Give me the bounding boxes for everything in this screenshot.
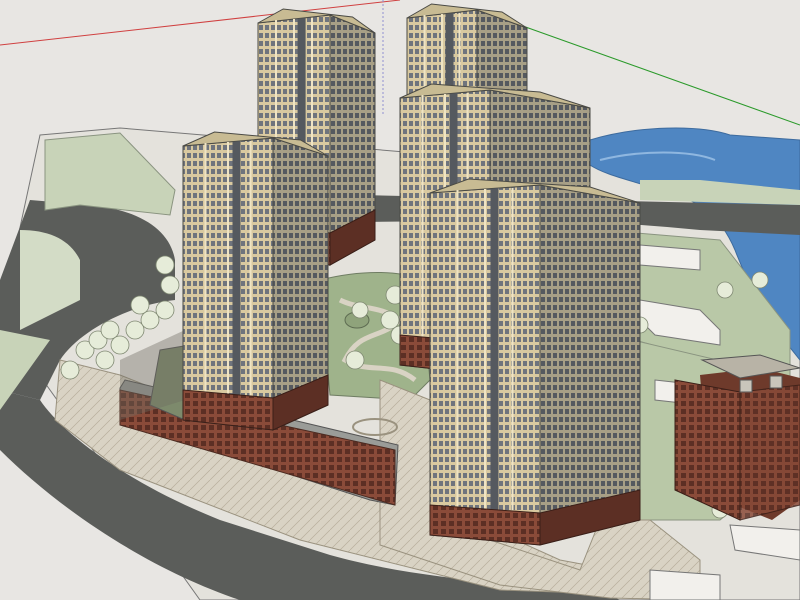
tower-front-center xyxy=(429,178,641,546)
pavilion-3 xyxy=(649,569,721,600)
tower-front-left xyxy=(182,131,329,431)
3d-model-scene xyxy=(0,0,800,600)
sketchup-viewport[interactable] xyxy=(0,0,800,600)
